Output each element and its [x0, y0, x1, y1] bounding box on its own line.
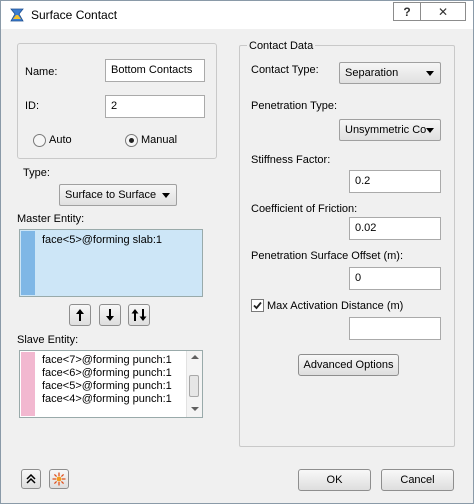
max-activation-checkbox[interactable] — [251, 299, 264, 312]
slave-list-scrollbar[interactable] — [186, 351, 202, 417]
highlight-button[interactable] — [49, 469, 69, 489]
cancel-button[interactable]: Cancel — [381, 469, 454, 491]
id-field[interactable]: 2 — [105, 95, 205, 118]
surface-offset-label: Penetration Surface Offset (m): — [251, 250, 404, 262]
ok-label: OK — [326, 474, 343, 486]
max-activation-field[interactable] — [349, 317, 441, 340]
master-entity-list[interactable]: face<5>@forming slab:1 — [19, 229, 203, 297]
cancel-label: Cancel — [400, 474, 435, 486]
penetration-type-value: Unsymmetric Co — [345, 124, 427, 136]
manual-radio-label: Manual — [141, 134, 178, 146]
contact-type-label: Contact Type: — [251, 64, 319, 76]
double-chevron-up-icon — [26, 474, 36, 484]
advanced-options-label: Advanced Options — [303, 359, 394, 371]
app-icon — [10, 8, 24, 22]
scroll-thumb[interactable] — [189, 375, 199, 397]
type-label: Type: — [23, 167, 50, 179]
contact-type-select[interactable]: Separation — [339, 62, 441, 84]
name-label: Name: — [25, 66, 58, 78]
type-select-value: Surface to Surface — [65, 189, 157, 201]
auto-radio[interactable] — [33, 134, 46, 147]
list-item[interactable]: face<6>@forming punch:1 — [42, 367, 172, 379]
friction-field[interactable]: 0.02 — [349, 217, 441, 240]
title-bar: Surface Contact ? ✕ — [1, 1, 473, 29]
help-icon: ? — [403, 4, 411, 19]
close-button[interactable]: ✕ — [420, 2, 466, 21]
list-item[interactable]: face<5>@forming punch:1 — [42, 380, 172, 392]
arrow-up-icon — [76, 309, 84, 321]
scroll-down-icon[interactable] — [191, 407, 199, 411]
slave-entity-list[interactable]: face<7>@forming punch:1 face<6>@forming … — [19, 350, 203, 418]
ok-button[interactable]: OK — [298, 469, 371, 491]
contact-type-value: Separation — [345, 67, 399, 79]
move-up-button[interactable] — [69, 304, 91, 326]
list-item[interactable]: face<7>@forming punch:1 — [42, 354, 172, 366]
move-down-button[interactable] — [99, 304, 121, 326]
id-label: ID: — [25, 100, 40, 112]
surface-offset-field[interactable]: 0 — [349, 267, 441, 290]
surface-contact-dialog: Surface Contact ? ✕ Name: Bottom Contact… — [0, 0, 474, 504]
collapse-button[interactable] — [21, 469, 41, 489]
manual-radio[interactable] — [125, 134, 138, 147]
advanced-options-button[interactable]: Advanced Options — [298, 354, 399, 376]
chevron-down-icon — [426, 71, 434, 76]
starburst-icon — [52, 472, 66, 486]
close-icon: ✕ — [437, 4, 449, 19]
master-entity-label: Master Entity: — [17, 213, 85, 225]
check-icon — [253, 301, 262, 310]
list-item[interactable]: face<4>@forming punch:1 — [42, 393, 172, 405]
window-title: Surface Contact — [31, 8, 118, 22]
swap-arrows-icon — [131, 309, 147, 321]
friction-label: Coefficient of Friction: — [251, 203, 358, 215]
arrow-down-icon — [106, 309, 114, 321]
slave-color-swatch — [21, 352, 35, 416]
chevron-down-icon — [162, 193, 170, 198]
type-select[interactable]: Surface to Surface — [59, 184, 177, 206]
chevron-down-icon — [426, 128, 434, 133]
auto-radio-label: Auto — [49, 134, 72, 146]
max-activation-label: Max Activation Distance (m) — [267, 300, 404, 312]
scroll-up-icon[interactable] — [191, 355, 199, 359]
master-color-swatch — [21, 231, 35, 295]
help-button[interactable]: ? — [393, 2, 421, 21]
penetration-type-label: Penetration Type: — [251, 100, 338, 112]
contact-data-title: Contact Data — [247, 40, 316, 52]
name-field[interactable]: Bottom Contacts — [105, 59, 205, 82]
slave-entity-label: Slave Entity: — [17, 334, 79, 346]
penetration-type-select[interactable]: Unsymmetric Co — [339, 119, 441, 141]
swap-button[interactable] — [128, 304, 150, 326]
list-item[interactable]: face<5>@forming slab:1 — [42, 234, 162, 246]
stiffness-factor-field[interactable]: 0.2 — [349, 170, 441, 193]
stiffness-factor-label: Stiffness Factor: — [251, 154, 331, 166]
